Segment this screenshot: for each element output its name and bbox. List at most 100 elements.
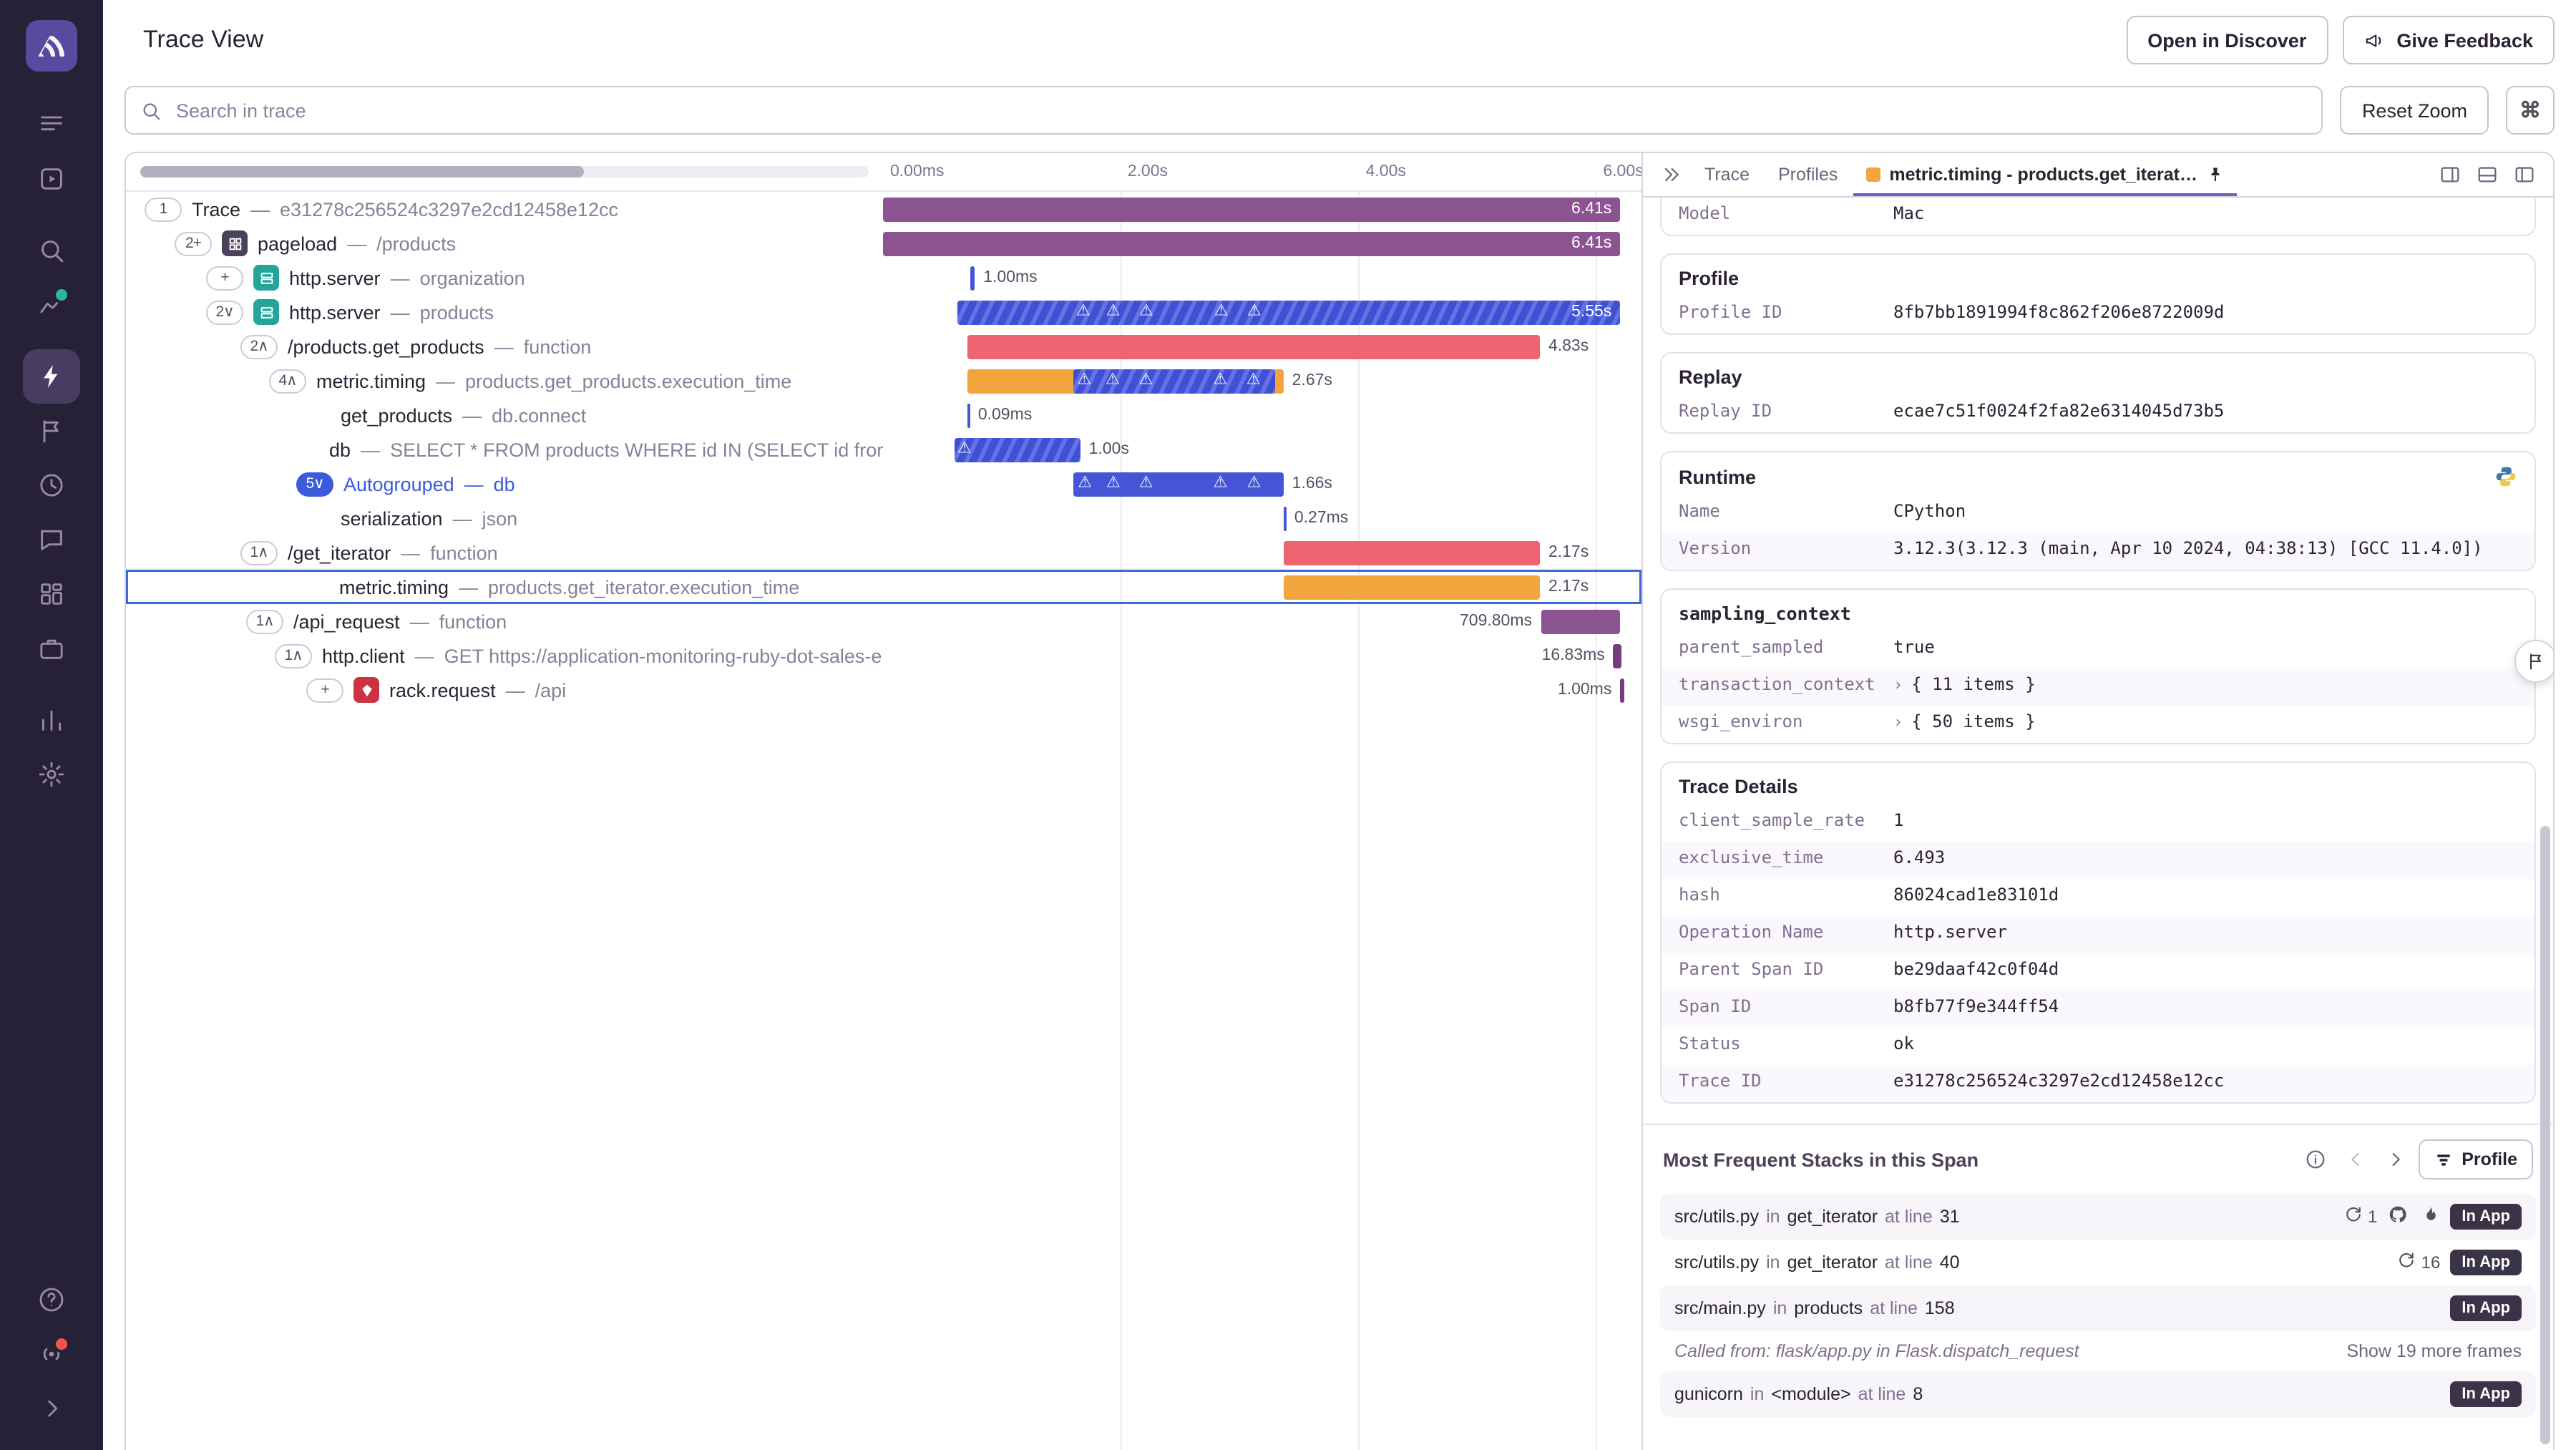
sidebar-item-crons-icon[interactable] bbox=[23, 458, 80, 512]
row-expand-chip[interactable]: 1∧ bbox=[275, 643, 312, 668]
open-in-discover-button[interactable]: Open in Discover bbox=[2126, 16, 2328, 64]
trace-row[interactable]: 2+ pageload — /products 6.41s bbox=[126, 226, 1641, 261]
sidebar-item-dashboards-icon[interactable] bbox=[23, 567, 80, 621]
sidebar-item-settings-icon[interactable] bbox=[23, 747, 80, 802]
trace-row[interactable]: 1∧ /api_request — function 709.80ms bbox=[126, 604, 1641, 638]
sidebar-item-help-icon[interactable] bbox=[23, 1273, 80, 1327]
trace-row[interactable]: 1∧ /get_iterator — function 2.17s bbox=[126, 535, 1641, 570]
span-bar[interactable] bbox=[967, 403, 970, 427]
scrollbar-thumb[interactable] bbox=[140, 166, 585, 177]
warning-triangle-icon[interactable]: ⚠ bbox=[957, 441, 972, 457]
warning-triangle-icon[interactable]: ⚠ bbox=[1106, 475, 1121, 492]
span-bar[interactable]: ⚠ bbox=[954, 437, 1080, 462]
trace-row[interactable]: get_products — db.connect 0.09ms bbox=[126, 398, 1641, 432]
layout-drawer-icon[interactable] bbox=[2507, 157, 2542, 192]
trace-row[interactable]: 4∧ metric.timing — products.get_products.ex… bbox=[126, 364, 1641, 398]
sidebar-item-releases-icon[interactable] bbox=[23, 404, 80, 458]
give-feedback-button[interactable]: Give Feedback bbox=[2342, 16, 2555, 64]
span-bar[interactable] bbox=[1283, 506, 1287, 530]
row-expand-chip[interactable]: 2+ bbox=[175, 231, 212, 256]
span-bar[interactable]: ⚠ ⚠ ⚠ ⚠ ⚠ bbox=[1073, 472, 1284, 496]
kv-value[interactable]: ecae7c51f0024f2fa82e6314045d73b5 bbox=[1893, 401, 2224, 421]
row-expand-chip[interactable]: 2∨ bbox=[206, 300, 243, 324]
warning-triangle-icon[interactable]: ⚠ bbox=[1106, 303, 1121, 320]
tab-profiles[interactable]: Profiles bbox=[1765, 153, 1850, 196]
layout-right-icon[interactable] bbox=[2433, 157, 2467, 192]
warning-triangle-icon[interactable]: ⚠ bbox=[1213, 372, 1227, 389]
warning-triangle-icon[interactable]: ⚠ bbox=[1247, 475, 1262, 492]
stack-frame-row[interactable]: src/utils.py in get_iterator at line 40 16 In … bbox=[1660, 1240, 2536, 1285]
warning-triangle-icon[interactable]: ⚠ bbox=[1214, 475, 1228, 492]
span-bar[interactable] bbox=[970, 266, 975, 290]
trace-row[interactable]: 1 Trace — e31278c256524c3297e2cd12458e12cc 6… bbox=[126, 192, 1641, 226]
span-bar[interactable] bbox=[1613, 643, 1621, 668]
span-bar[interactable] bbox=[1620, 678, 1624, 702]
sentry-logo-icon[interactable] bbox=[26, 20, 77, 72]
warning-triangle-icon[interactable]: ⚠ bbox=[1139, 475, 1153, 492]
stack-frame-row[interactable]: src/main.py in products at line 158 In App bbox=[1660, 1285, 2536, 1331]
trace-row[interactable]: serialization — json 0.27ms bbox=[126, 501, 1641, 535]
sidebar-item-metrics-icon[interactable] bbox=[23, 693, 80, 747]
warning-triangle-icon[interactable]: ⚠ bbox=[1077, 372, 1091, 389]
span-bar[interactable]: ⚠ ⚠ ⚠ ⚠ ⚠ 5.55s bbox=[957, 300, 1621, 324]
span-bar[interactable]: ⚠ ⚠ ⚠ ⚠ ⚠ bbox=[967, 369, 1284, 393]
show-more-frames-link[interactable]: Show 19 more frames bbox=[2346, 1341, 2522, 1361]
trace-row[interactable]: 2∧ /products.get_products — function 4.83s bbox=[126, 329, 1641, 364]
next-stack-icon[interactable] bbox=[2379, 1142, 2413, 1177]
sidebar-item-user-feedback-icon[interactable] bbox=[23, 512, 80, 567]
sidebar-item-stats-icon[interactable] bbox=[23, 278, 80, 332]
warning-triangle-icon[interactable]: ⚠ bbox=[1247, 303, 1262, 320]
span-bar[interactable] bbox=[1541, 609, 1621, 633]
span-bar[interactable]: 6.41s bbox=[883, 231, 1621, 256]
tab-span-detail[interactable]: metric.timing - products.get_iterat… bbox=[1853, 153, 2236, 196]
span-bar[interactable]: 6.41s bbox=[883, 197, 1621, 221]
row-expand-chip[interactable]: 1∧ bbox=[246, 609, 283, 633]
github-icon[interactable] bbox=[2387, 1204, 2409, 1230]
warning-triangle-icon[interactable]: ⚠ bbox=[1076, 303, 1091, 320]
trace-row[interactable]: + rack.request — /api 1.00ms bbox=[126, 673, 1641, 707]
info-icon[interactable] bbox=[2298, 1142, 2333, 1177]
trace-row[interactable]: 5∨ Autogrouped — db ⚠ ⚠ ⚠ ⚠ ⚠ 1.66s bbox=[126, 467, 1641, 501]
sidebar-item-business-icon[interactable] bbox=[23, 621, 80, 676]
trace-row[interactable]: db — SELECT * FROM products WHERE id IN (S… bbox=[126, 432, 1641, 467]
warning-triangle-icon[interactable]: ⚠ bbox=[1139, 372, 1153, 389]
stack-frame-row[interactable]: src/utils.py in get_iterator at line 31 1 In A… bbox=[1660, 1194, 2536, 1240]
kv-value[interactable]: 8fb7bb1891994f8c862f206e8722009d bbox=[1893, 302, 2224, 322]
stack-called-from-row[interactable]: Called from: flask/app.py in Flask.dispa… bbox=[1660, 1331, 2536, 1371]
collapse-panel-icon[interactable] bbox=[1654, 157, 1689, 192]
trace-row[interactable]: 2∨ http.server — products ⚠ ⚠ ⚠ ⚠ ⚠ 5.55s bbox=[126, 295, 1641, 329]
expand-chevron-icon[interactable]: › bbox=[1893, 676, 1903, 694]
span-bar[interactable] bbox=[1283, 575, 1540, 599]
warning-triangle-icon[interactable]: ⚠ bbox=[1246, 372, 1261, 389]
pin-icon[interactable] bbox=[2206, 166, 2223, 183]
sidebar-item-issues-icon[interactable] bbox=[23, 97, 80, 152]
profile-button[interactable]: Profile bbox=[2419, 1139, 2533, 1179]
warning-triangle-icon[interactable]: ⚠ bbox=[1078, 475, 1092, 492]
sidebar-item-projects-icon[interactable] bbox=[23, 152, 80, 206]
shortcut-button[interactable]: ⌘ bbox=[2506, 86, 2555, 135]
warning-triangle-icon[interactable]: ⚠ bbox=[1106, 372, 1120, 389]
row-expand-chip[interactable]: 1∧ bbox=[240, 540, 278, 565]
sidebar-item-collapse-icon[interactable] bbox=[23, 1381, 80, 1436]
layout-bottom-icon[interactable] bbox=[2470, 157, 2504, 192]
warning-triangle-icon[interactable]: ⚠ bbox=[1214, 303, 1229, 320]
row-expand-chip[interactable]: + bbox=[206, 266, 243, 290]
reset-zoom-button[interactable]: Reset Zoom bbox=[2340, 86, 2489, 135]
search-input[interactable] bbox=[173, 98, 2308, 122]
prev-stack-icon[interactable] bbox=[2338, 1142, 2373, 1177]
horizontal-scrollbar[interactable] bbox=[140, 166, 869, 177]
kv-value[interactable]: ›{ 11 items } bbox=[1893, 674, 2036, 694]
trace-row[interactable]: + http.server — organization 1.00ms bbox=[126, 261, 1641, 295]
stack-frame-row[interactable]: gunicorn in <module> at line 8 In App bbox=[1660, 1371, 2536, 1417]
sidebar-item-whats-new-icon[interactable] bbox=[23, 1327, 80, 1381]
sidebar-item-performance-icon[interactable] bbox=[23, 349, 80, 404]
row-expand-chip[interactable]: 2∧ bbox=[240, 334, 278, 359]
sidebar-item-search-icon[interactable] bbox=[23, 223, 80, 278]
trace-row[interactable]: metric.timing — products.get_iterator.exec… bbox=[126, 570, 1641, 604]
kv-value[interactable]: e31278c256524c3297e2cd12458e12cc bbox=[1893, 1071, 2224, 1091]
warning-triangle-icon[interactable]: ⚠ bbox=[1139, 303, 1153, 320]
expand-chevron-icon[interactable]: › bbox=[1893, 713, 1903, 731]
flamegraph-icon[interactable] bbox=[2419, 1204, 2440, 1230]
span-bar[interactable] bbox=[1283, 540, 1540, 565]
span-bar[interactable] bbox=[967, 334, 1540, 359]
